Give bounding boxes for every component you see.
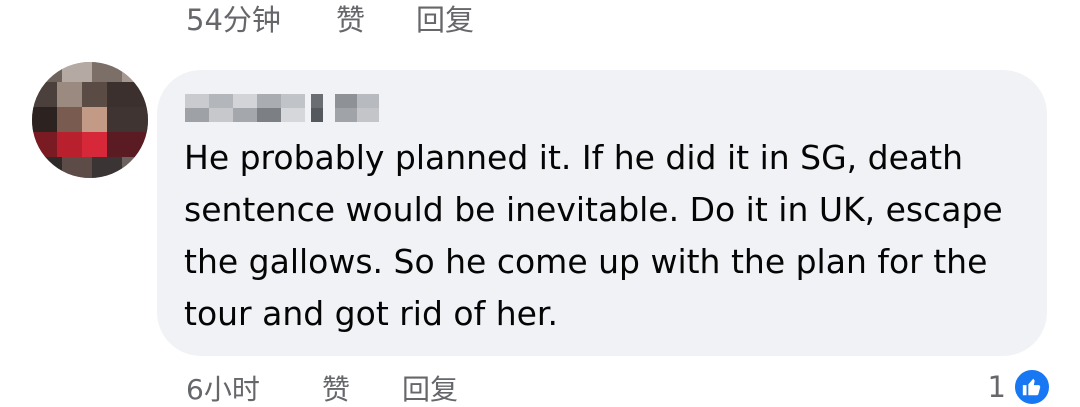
reaction-count: 1 (987, 370, 1006, 404)
like-button[interactable]: 赞 (322, 368, 402, 407)
comment-timestamp[interactable]: 6小时 (186, 368, 322, 407)
previous-comment-like-button[interactable]: 赞 (336, 0, 416, 39)
comment-actions: 6小时 赞 回复 (186, 368, 458, 407)
reaction-summary[interactable]: 1 (988, 366, 1052, 407)
reply-button[interactable]: 回复 (402, 368, 458, 407)
previous-comment-actions: 54分钟 赞 回复 (186, 0, 474, 39)
comment-thread: 54分钟 赞 回复 He probably planned it. If he … (0, 0, 1080, 407)
like-thumb-icon (1012, 367, 1052, 407)
comment-author-name-redacted[interactable] (185, 94, 385, 124)
pixelated-avatar-image (32, 62, 148, 178)
avatar[interactable] (32, 62, 148, 178)
previous-comment-reply-button[interactable]: 回复 (416, 0, 474, 39)
previous-comment-timestamp: 54分钟 (186, 3, 281, 37)
comment-text: He probably planned it. If he did it in … (184, 138, 1003, 333)
pixelated-author-name (185, 94, 379, 122)
comment-bubble: He probably planned it. If he did it in … (157, 70, 1047, 356)
